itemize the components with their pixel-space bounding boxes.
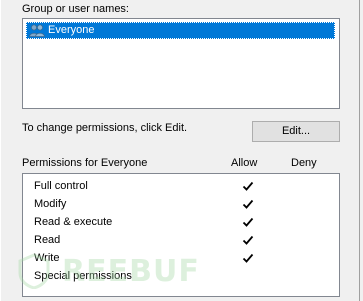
change-permissions-hint: To change permissions, click Edit. <box>22 122 188 134</box>
group-user-list[interactable]: Everyone <box>22 18 340 109</box>
permission-row: Read & execute <box>34 215 334 230</box>
users-group-icon <box>29 24 45 37</box>
group-names-label: Group or user names: <box>22 3 129 15</box>
permission-row: Full control <box>34 179 334 194</box>
permission-name: Write <box>34 252 60 264</box>
deny-column-header: Deny <box>291 157 317 169</box>
permission-row: Write <box>34 251 334 266</box>
allow-column-header: Allow <box>231 157 258 169</box>
allow-check-icon <box>242 199 254 209</box>
permission-row: Special permissions <box>34 269 334 284</box>
permission-name: Full control <box>34 180 88 192</box>
list-item-label: Everyone <box>48 24 95 36</box>
permission-row: Read <box>34 233 334 248</box>
dialog-left-edge <box>0 0 1 301</box>
allow-check-icon <box>242 217 254 227</box>
edit-button[interactable]: Edit... <box>252 121 340 142</box>
allow-check-icon <box>242 181 254 191</box>
permissions-for-label: Permissions for Everyone <box>22 157 148 169</box>
permission-name: Modify <box>34 198 67 210</box>
permission-name: Read & execute <box>34 216 113 228</box>
allow-check-icon <box>242 235 254 245</box>
permission-name: Read <box>34 234 61 246</box>
allow-check-icon <box>242 253 254 263</box>
list-item-everyone[interactable]: Everyone <box>26 22 335 39</box>
permissions-list: Full control Modify Read & execute Read Writ… <box>22 173 340 297</box>
permission-row: Modify <box>34 197 334 212</box>
permission-name: Special permissions <box>34 270 132 282</box>
